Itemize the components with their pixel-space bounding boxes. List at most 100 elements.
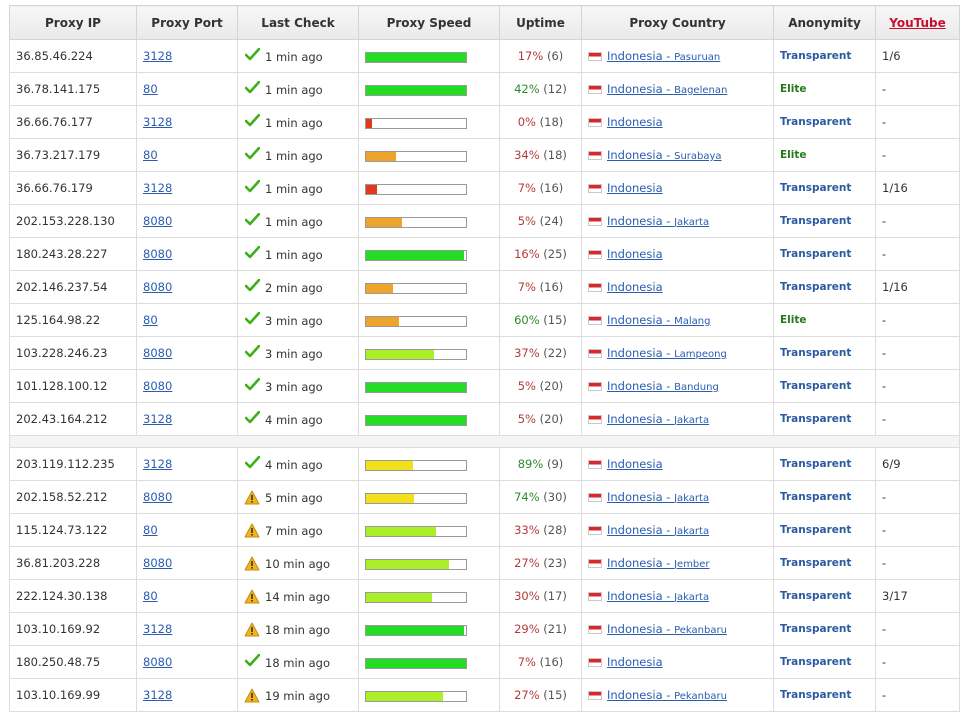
- proxy-ip-cell: 180.250.48.75: [9, 645, 137, 679]
- city-name: Lampeong: [674, 349, 727, 360]
- proxy-port-cell: 80: [136, 579, 238, 613]
- header-proxy-speed[interactable]: Proxy Speed: [358, 5, 500, 40]
- proxy-country-link[interactable]: Indonesia: [607, 115, 663, 129]
- speed-bar: [365, 117, 467, 129]
- proxy-ip-cell: 222.124.30.138: [9, 579, 137, 613]
- proxy-country-link[interactable]: Indonesia - Pasuruan: [607, 49, 720, 63]
- proxy-port-link[interactable]: 8080: [143, 655, 172, 669]
- uptime-count: (28): [543, 523, 567, 537]
- proxy-port-cell: 8080: [136, 546, 238, 580]
- speed-bar-fill: [366, 184, 377, 194]
- proxy-country-link[interactable]: Indonesia - Jakarta: [607, 412, 709, 426]
- proxy-port-link[interactable]: 3128: [143, 49, 172, 63]
- table-row: 36.85.46.224 3128 1 min ago 17% (6) Indonesi…: [9, 39, 960, 73]
- proxy-speed-cell: [358, 612, 500, 646]
- uptime-count: (22): [543, 346, 567, 360]
- header-last-check[interactable]: Last Check: [237, 5, 359, 40]
- proxy-country-link[interactable]: Indonesia: [607, 457, 663, 471]
- proxy-port-link[interactable]: 8080: [143, 247, 172, 261]
- uptime-cell: 7% (16): [499, 645, 582, 679]
- speed-bar-fill: [366, 118, 372, 128]
- indonesia-flag-icon: [588, 493, 602, 502]
- uptime-cell: 27% (15): [499, 678, 582, 712]
- header-anonymity[interactable]: Anonymity: [773, 5, 876, 40]
- indonesia-flag-icon: [588, 658, 602, 667]
- proxy-country-link[interactable]: Indonesia - Jember: [607, 556, 710, 570]
- proxy-country-link[interactable]: Indonesia - Malang: [607, 313, 710, 327]
- indonesia-flag-icon: [588, 52, 602, 61]
- proxy-port-link[interactable]: 80: [143, 589, 158, 603]
- checkmark-icon: [244, 344, 260, 362]
- proxy-country-link[interactable]: Indonesia - Bandung: [607, 379, 719, 393]
- proxy-port-link[interactable]: 3128: [143, 412, 172, 426]
- proxy-port-link[interactable]: 8080: [143, 280, 172, 294]
- uptime-percent: 33%: [514, 523, 540, 537]
- proxy-port-link[interactable]: 3128: [143, 115, 172, 129]
- proxy-speed-cell: [358, 303, 500, 337]
- proxy-port-link[interactable]: 3128: [143, 457, 172, 471]
- proxy-port-link[interactable]: 3128: [143, 181, 172, 195]
- header-proxy-port[interactable]: Proxy Port: [136, 5, 238, 40]
- header-proxy-country[interactable]: Proxy Country: [581, 5, 774, 40]
- table-row: 202.146.237.54 8080 2 min ago 7% (16) Indone…: [9, 270, 960, 304]
- proxy-country-cell: Indonesia - Jakarta: [581, 579, 774, 613]
- uptime-count: (24): [539, 214, 564, 228]
- indonesia-flag-icon: [588, 283, 602, 292]
- proxy-country-link[interactable]: Indonesia - Bagelenan: [607, 82, 727, 96]
- proxy-country-link[interactable]: Indonesia - Lampeong: [607, 346, 727, 360]
- proxy-port-link[interactable]: 8080: [143, 379, 172, 393]
- last-check-text: 5 min ago: [265, 490, 323, 505]
- proxy-country-link[interactable]: Indonesia - Pekanbaru: [607, 688, 727, 702]
- table-row: 180.250.48.75 8080 18 min ago 7% (16) Indone…: [9, 645, 960, 679]
- country-name: Indonesia: [607, 49, 663, 63]
- proxy-country-link[interactable]: Indonesia - Pekanbaru: [607, 622, 727, 636]
- proxy-port-link[interactable]: 80: [143, 313, 158, 327]
- header-youtube-link[interactable]: YouTube: [875, 5, 960, 40]
- indonesia-flag-icon: [588, 382, 602, 391]
- uptime-count: (18): [543, 148, 567, 162]
- youtube-cell: 3/17: [875, 579, 960, 613]
- proxy-country-link[interactable]: Indonesia: [607, 655, 663, 669]
- city-name: Bandung: [674, 382, 719, 393]
- proxy-port-cell: 80: [136, 72, 238, 106]
- proxy-country-cell: Indonesia - Jakarta: [581, 513, 774, 547]
- proxy-port-link[interactable]: 8080: [143, 556, 172, 570]
- city-name: Surabaya: [674, 151, 722, 162]
- header-uptime[interactable]: Uptime: [499, 5, 582, 40]
- proxy-ip-cell: 125.164.98.22: [9, 303, 137, 337]
- speed-bar: [365, 150, 467, 162]
- speed-bar-fill: [366, 415, 466, 425]
- table-row: 202.153.228.130 8080 1 min ago 5% (24) Indon…: [9, 204, 960, 238]
- youtube-cell: -: [875, 336, 960, 370]
- uptime-percent: 0%: [517, 115, 536, 129]
- checkmark-icon: [244, 311, 260, 329]
- proxy-port-cell: 8080: [136, 480, 238, 514]
- proxy-port-link[interactable]: 3128: [143, 688, 172, 702]
- proxy-port-link[interactable]: 80: [143, 148, 158, 162]
- indonesia-flag-icon: [588, 415, 602, 424]
- proxy-port-link[interactable]: 8080: [143, 490, 172, 504]
- country-name: Indonesia: [607, 313, 663, 327]
- table-row: 101.128.100.12 8080 3 min ago 5% (20) Indone…: [9, 369, 960, 403]
- proxy-country-link[interactable]: Indonesia - Jakarta: [607, 589, 709, 603]
- proxy-ip-cell: 101.128.100.12: [9, 369, 137, 403]
- proxy-country-cell: Indonesia - Jakarta: [581, 204, 774, 238]
- speed-bar-fill: [366, 52, 466, 62]
- proxy-country-link[interactable]: Indonesia - Jakarta: [607, 490, 709, 504]
- proxy-country-link[interactable]: Indonesia - Jakarta: [607, 523, 709, 537]
- proxy-speed-cell: [358, 678, 500, 712]
- proxy-port-link[interactable]: 8080: [143, 214, 172, 228]
- proxy-country-link[interactable]: Indonesia: [607, 181, 663, 195]
- youtube-cell: -: [875, 678, 960, 712]
- proxy-country-link[interactable]: Indonesia: [607, 247, 663, 261]
- proxy-country-link[interactable]: Indonesia - Surabaya: [607, 148, 722, 162]
- proxy-port-link[interactable]: 80: [143, 82, 158, 96]
- anonymity-cell: Transparent: [773, 270, 876, 304]
- proxy-port-link[interactable]: 80: [143, 523, 158, 537]
- proxy-country-link[interactable]: Indonesia - Jakarta: [607, 214, 709, 228]
- anonymity-cell: Transparent: [773, 402, 876, 436]
- proxy-country-link[interactable]: Indonesia: [607, 280, 663, 294]
- proxy-port-link[interactable]: 3128: [143, 622, 172, 636]
- header-proxy-ip[interactable]: Proxy IP: [9, 5, 137, 40]
- proxy-port-link[interactable]: 8080: [143, 346, 172, 360]
